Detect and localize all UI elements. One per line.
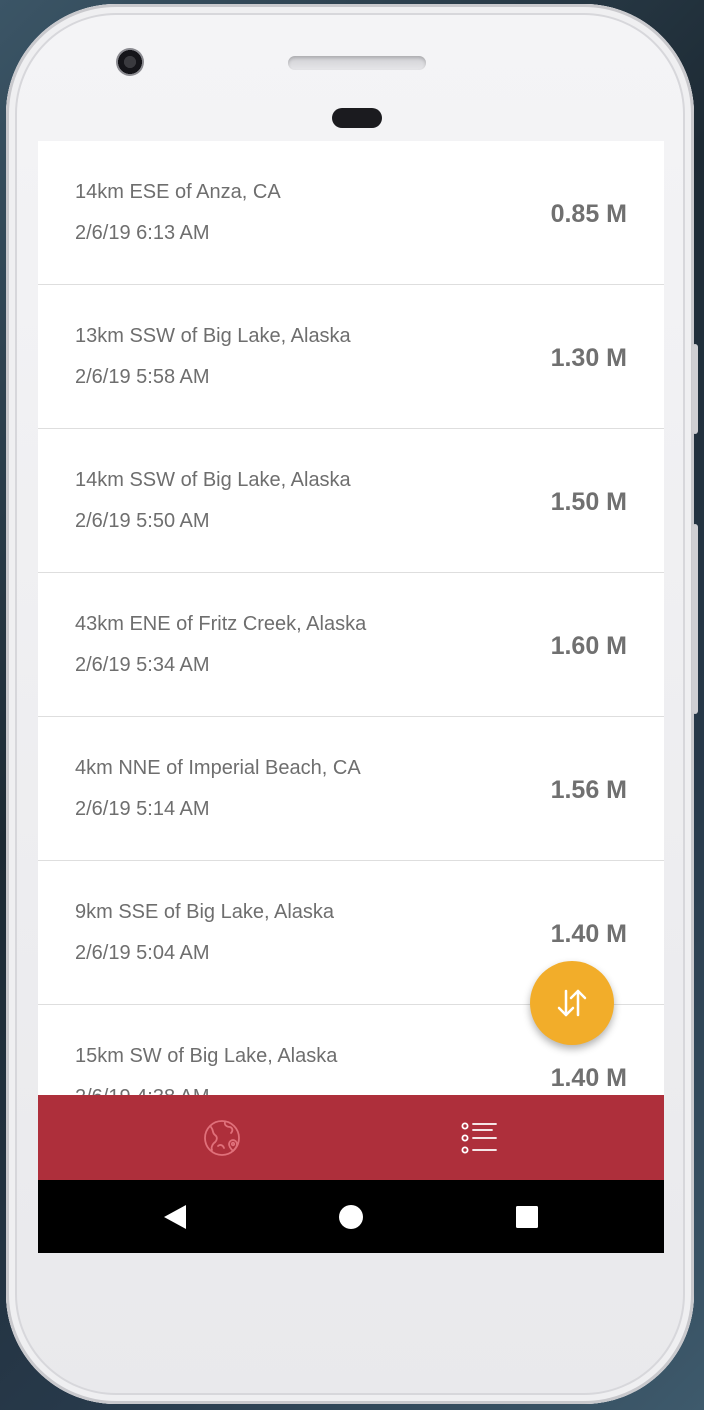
list-item[interactable]: 14km ESE of Anza, CA 2/6/19 6:13 AM 0.85… [38,141,664,285]
earthquake-location: 15km SW of Big Lake, Alaska [75,1045,338,1067]
earthquake-time: 2/6/19 4:38 AM [75,1086,210,1095]
earthquake-magnitude: 1.40 M [550,1064,627,1092]
side-button [692,524,698,714]
earthquake-location: 14km ESE of Anza, CA [75,181,281,203]
earthquake-location: 13km SSW of Big Lake, Alaska [75,325,351,347]
earthquake-magnitude: 1.60 M [550,632,627,660]
earthquake-magnitude: 0.85 M [550,200,627,228]
earthquake-location: 9km SSE of Big Lake, Alaska [75,901,335,923]
earthquake-location: 43km ENE of Fritz Creek, Alaska [75,613,367,635]
list-item[interactable]: 14km SSW of Big Lake, Alaska 2/6/19 5:50… [38,429,664,573]
home-icon [339,1204,363,1229]
home-button[interactable] [311,1180,391,1253]
front-camera [116,48,144,76]
earthquake-time: 2/6/19 5:34 AM [75,654,210,676]
earthquake-time: 2/6/19 6:13 AM [75,222,210,244]
earthquake-time: 2/6/19 5:58 AM [75,366,210,388]
list-item[interactable]: 13km SSW of Big Lake, Alaska 2/6/19 5:58… [38,285,664,429]
sort-button[interactable] [530,961,614,1045]
nav-list-tab[interactable] [323,1095,636,1180]
system-navigation-bar [38,1180,664,1253]
back-button[interactable] [135,1180,215,1253]
earthquake-time: 2/6/19 5:04 AM [75,942,210,964]
proximity-sensor [332,108,382,128]
back-icon [164,1204,186,1229]
earthquake-magnitude: 1.30 M [550,344,627,372]
earthquake-list[interactable]: 14km ESE of Anza, CA 2/6/19 6:13 AM 0.85… [38,141,664,1095]
earthquake-magnitude: 1.50 M [550,488,627,516]
earthquake-location: 4km NNE of Imperial Beach, CA [75,757,361,779]
earthquake-magnitude: 1.56 M [550,776,627,804]
app-screen: 14km ESE of Anza, CA 2/6/19 6:13 AM 0.85… [38,141,664,1253]
list-item[interactable]: 43km ENE of Fritz Creek, Alaska 2/6/19 5… [38,573,664,717]
earthquake-magnitude: 1.40 M [550,920,627,948]
sort-arrows-icon [557,989,587,1017]
earthquake-location: 14km SSW of Big Lake, Alaska [75,469,351,491]
recents-icon [516,1205,538,1228]
recents-button[interactable] [487,1180,567,1253]
earthquake-time: 2/6/19 5:50 AM [75,510,210,532]
list-item[interactable]: 4km NNE of Imperial Beach, CA 2/6/19 5:1… [38,717,664,861]
earpiece-speaker [288,56,426,70]
earthquake-time: 2/6/19 5:14 AM [75,798,210,820]
volume-button [692,344,698,434]
bottom-navigation [38,1095,664,1180]
globe-map-icon [203,1119,240,1156]
list-icon [461,1122,497,1153]
